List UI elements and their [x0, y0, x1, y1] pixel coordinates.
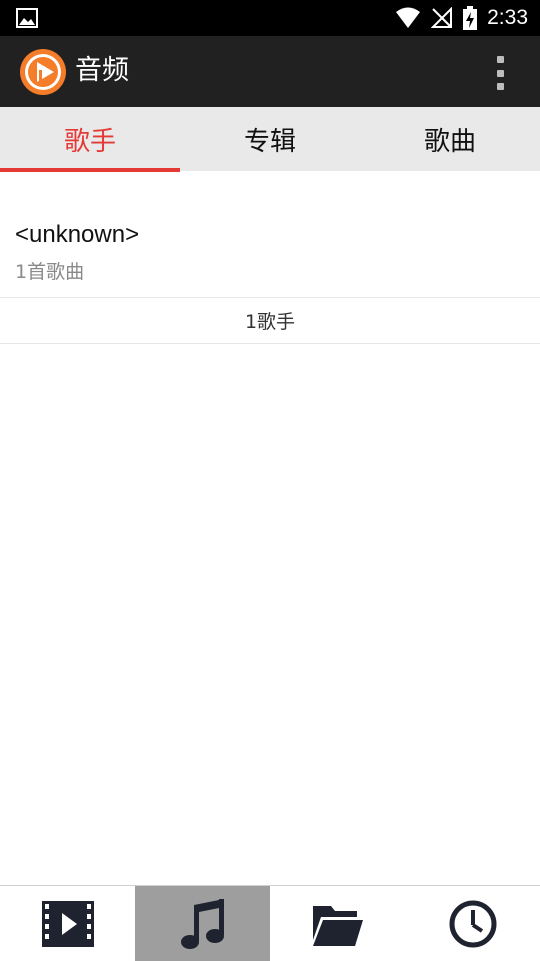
bottom-nav	[0, 885, 540, 961]
tab-bar: 歌手 专辑 歌曲	[0, 107, 540, 172]
tab-artists[interactable]: 歌手	[0, 107, 180, 172]
video-icon	[41, 900, 94, 947]
menu-dot	[496, 83, 504, 90]
nav-history[interactable]	[405, 886, 540, 961]
status-time: 2:33	[487, 6, 528, 29]
tab-albums[interactable]: 专辑	[180, 107, 360, 171]
tab-songs[interactable]: 歌曲	[360, 107, 540, 171]
no-signal-icon	[431, 7, 453, 28]
battery-charging-icon	[463, 6, 478, 30]
more-vert-icon[interactable]	[490, 56, 510, 90]
nav-music[interactable]	[135, 886, 270, 961]
page-title: 音频	[75, 55, 129, 86]
status-bar-right: 2:33	[395, 0, 528, 36]
artist-song-count: 1首歌曲	[15, 261, 85, 283]
folder-icon	[312, 905, 363, 946]
nav-folder[interactable]	[270, 886, 405, 961]
app-bar: 音频	[0, 36, 540, 107]
status-bar: 2:33	[0, 0, 540, 36]
artist-list: <unknown> 1首歌曲 1歌手	[0, 171, 540, 344]
artist-name: <unknown>	[15, 221, 140, 248]
clock-icon	[449, 900, 496, 947]
artist-count-summary: 1歌手	[0, 298, 540, 344]
nav-video[interactable]	[0, 886, 135, 961]
list-item[interactable]: <unknown> 1首歌曲	[0, 171, 540, 298]
image-notification-icon	[16, 8, 38, 28]
menu-dot	[496, 56, 504, 63]
play-logo-icon	[20, 49, 66, 95]
music-note-icon	[180, 898, 224, 949]
menu-dot	[496, 69, 504, 77]
wifi-icon	[396, 7, 421, 28]
